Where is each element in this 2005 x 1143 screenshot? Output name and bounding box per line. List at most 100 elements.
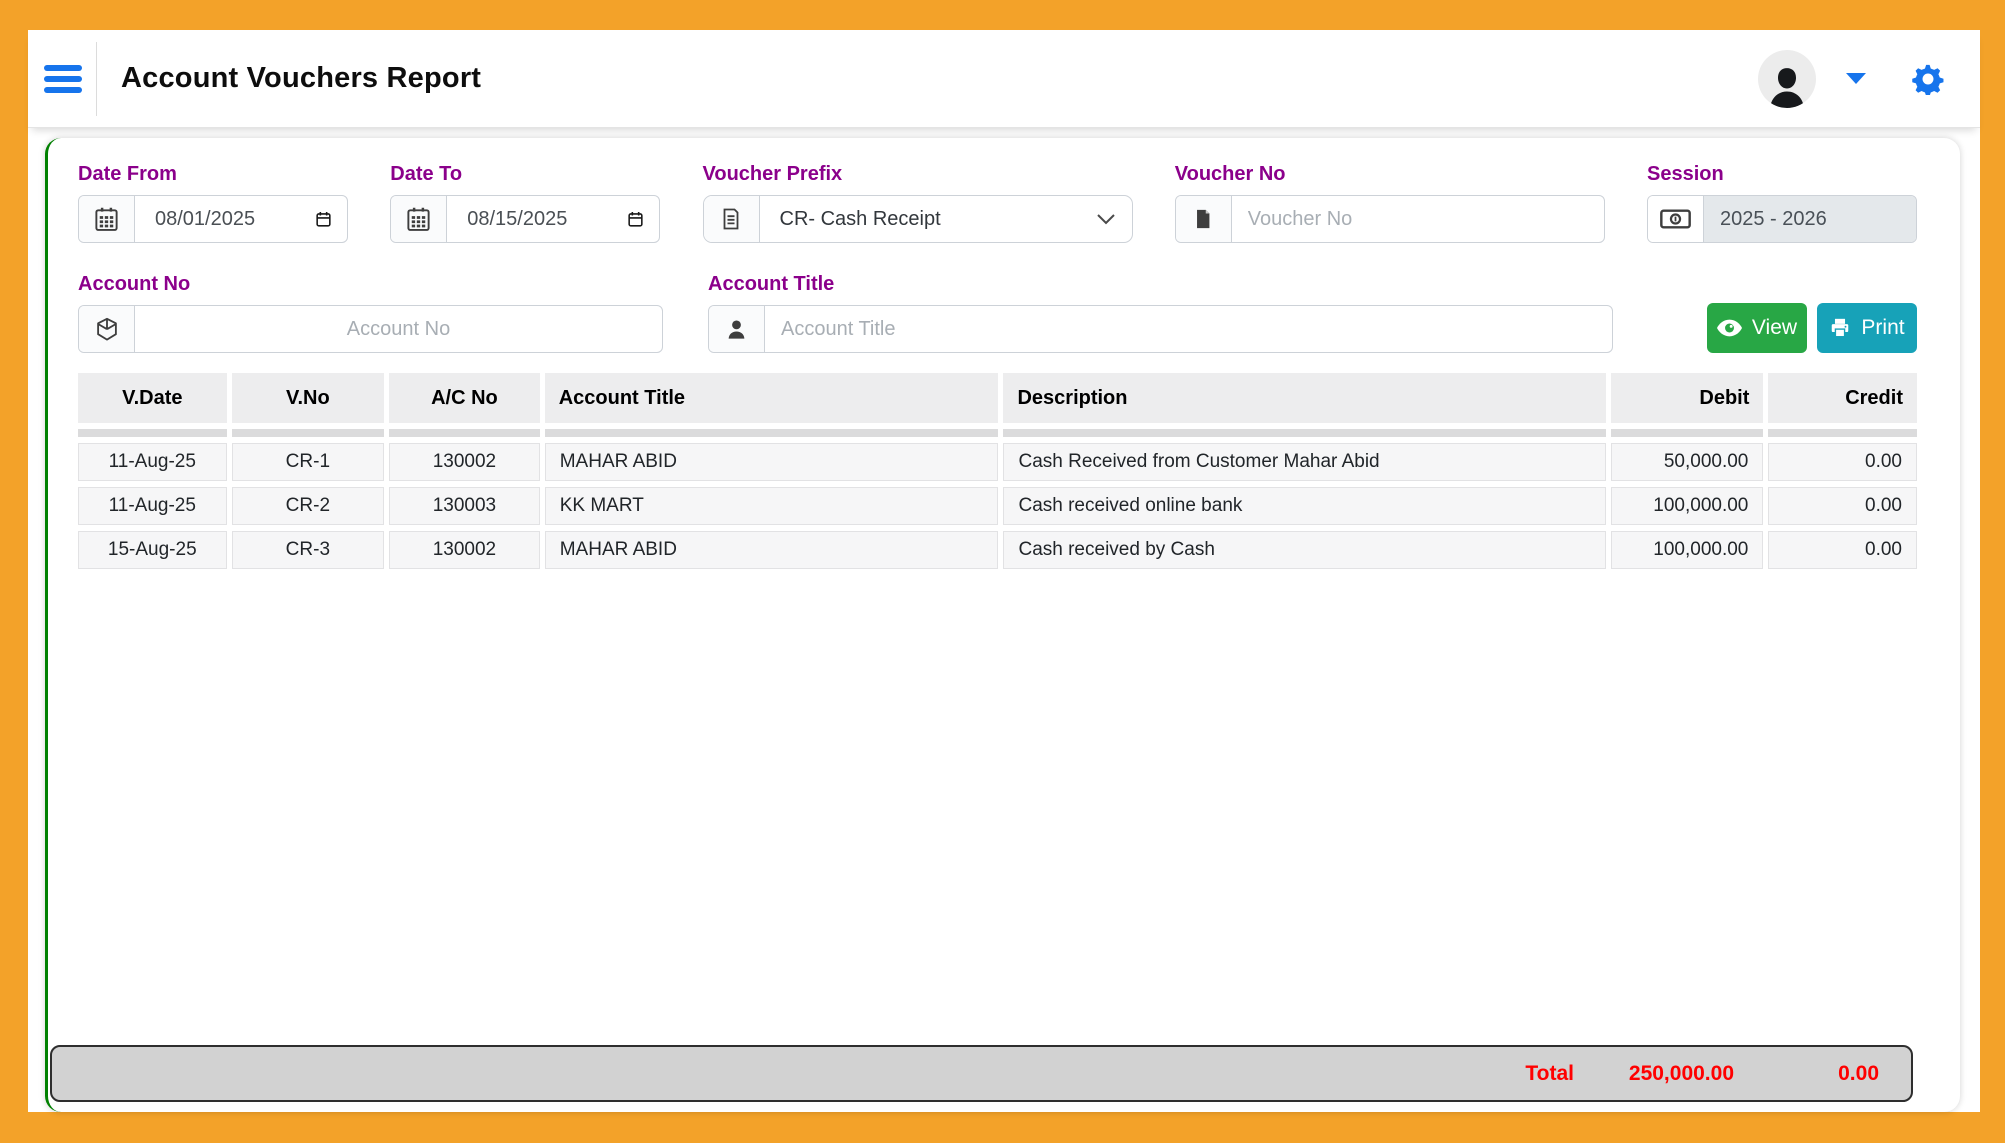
print-button-label: Print: [1861, 316, 1904, 340]
voucher-prefix-label: Voucher Prefix: [703, 163, 1133, 186]
printer-icon: [1829, 317, 1851, 339]
voucher-no-label: Voucher No: [1175, 163, 1605, 186]
view-button-label: View: [1752, 316, 1797, 340]
hamburger-bar: [44, 76, 82, 82]
cell-vdate: 11-Aug-25: [78, 487, 227, 525]
cell-vdate: 11-Aug-25: [78, 443, 227, 481]
cell-acno: 130003: [389, 487, 540, 525]
eye-icon: [1717, 319, 1742, 337]
voucher-prefix-group: Voucher Prefix CR- Cash Receipt: [703, 163, 1133, 243]
voucher-prefix-input-group: CR- Cash Receipt: [703, 195, 1133, 243]
file-text-icon: [704, 196, 760, 242]
total-debit: 250,000.00: [1574, 1062, 1734, 1086]
cell-acno: 130002: [389, 443, 540, 481]
date-to-group: Date To 08/15/2025: [390, 163, 660, 243]
header-actions: [1758, 50, 1980, 108]
cell-credit: 0.00: [1768, 487, 1917, 525]
cube-icon: [79, 306, 135, 352]
account-no-input[interactable]: [135, 306, 662, 352]
vouchers-table: V.Date V.No A/C No Account Title Descrip…: [73, 367, 1922, 575]
page-frame: Account Vouchers Report: [0, 0, 2005, 1143]
table-row: 11-Aug-25 CR-1 130002 MAHAR ABID Cash Re…: [78, 443, 1917, 481]
column-header-debit: Debit: [1611, 373, 1764, 423]
cell-description: Cash received by Cash: [1003, 531, 1605, 569]
settings-button[interactable]: [1912, 63, 1944, 95]
cell-credit: 0.00: [1768, 531, 1917, 569]
cell-account-title: KK MART: [545, 487, 999, 525]
date-picker-icon[interactable]: [626, 210, 645, 229]
table-row: 15-Aug-25 CR-3 130002 MAHAR ABID Cash re…: [78, 531, 1917, 569]
date-to-value: 08/15/2025: [467, 208, 567, 231]
view-button[interactable]: View: [1707, 303, 1807, 353]
user-avatar[interactable]: [1758, 50, 1816, 108]
date-to-field[interactable]: 08/15/2025: [447, 196, 659, 242]
date-from-group: Date From 08/01/2025: [78, 163, 348, 243]
account-no-label: Account No: [78, 273, 663, 296]
session-value: 2025 - 2026: [1704, 196, 1916, 242]
account-title-input[interactable]: [765, 306, 1612, 352]
table-header-row: V.Date V.No A/C No Account Title Descrip…: [78, 373, 1917, 423]
date-to-input-group: 08/15/2025: [390, 195, 660, 243]
date-from-input-group: 08/01/2025: [78, 195, 348, 243]
cell-account-title: MAHAR ABID: [545, 443, 999, 481]
cell-vno: CR-3: [232, 531, 385, 569]
voucher-no-input[interactable]: [1232, 196, 1604, 242]
voucher-prefix-select[interactable]: CR- Cash Receipt: [760, 196, 1132, 242]
cell-debit: 100,000.00: [1611, 531, 1764, 569]
action-buttons: View Print: [1707, 303, 1917, 353]
chevron-down-icon: [1096, 213, 1116, 225]
cell-description: Cash Received from Customer Mahar Abid: [1003, 443, 1605, 481]
hamburger-menu-icon[interactable]: [44, 60, 82, 98]
calendar-icon: [79, 196, 135, 242]
person-icon: [709, 306, 765, 352]
caret-down-icon[interactable]: [1846, 73, 1866, 84]
top-bar: Account Vouchers Report: [28, 30, 1980, 128]
column-header-description: Description: [1003, 373, 1605, 423]
cell-description: Cash received online bank: [1003, 487, 1605, 525]
date-from-label: Date From: [78, 163, 348, 186]
total-label: Total: [1525, 1062, 1574, 1086]
hamburger-bar: [44, 65, 82, 71]
table-row: 11-Aug-25 CR-2 130003 KK MART Cash recei…: [78, 487, 1917, 525]
calendar-icon: [391, 196, 447, 242]
report-card: Date From 08/01/2025 Date To: [45, 138, 1960, 1112]
account-no-group: Account No: [78, 273, 663, 353]
filter-row-2: Account No Account Title: [78, 273, 1917, 353]
column-header-acno: A/C No: [389, 373, 540, 423]
column-header-account-title: Account Title: [545, 373, 999, 423]
user-avatar-icon: [1764, 62, 1810, 108]
cell-acno: 130002: [389, 531, 540, 569]
file-icon: [1176, 196, 1232, 242]
filter-row-1: Date From 08/01/2025 Date To: [78, 163, 1917, 243]
date-picker-icon[interactable]: [314, 210, 333, 229]
cell-credit: 0.00: [1768, 443, 1917, 481]
account-title-input-group: [708, 305, 1613, 353]
column-header-credit: Credit: [1768, 373, 1917, 423]
print-button[interactable]: Print: [1817, 303, 1917, 353]
hamburger-bar: [44, 87, 82, 93]
cell-debit: 100,000.00: [1611, 487, 1764, 525]
gear-icon: [1912, 63, 1944, 95]
cell-vdate: 15-Aug-25: [78, 531, 227, 569]
voucher-no-group: Voucher No: [1175, 163, 1605, 243]
account-no-input-group: [78, 305, 663, 353]
session-group: Session 2025 - 2026: [1647, 163, 1917, 243]
account-title-group: Account Title: [708, 273, 1613, 353]
totals-bar: Total 250,000.00 0.00: [50, 1045, 1913, 1102]
cell-vno: CR-2: [232, 487, 385, 525]
column-header-vno: V.No: [232, 373, 385, 423]
cell-account-title: MAHAR ABID: [545, 531, 999, 569]
date-from-field[interactable]: 08/01/2025: [135, 196, 347, 242]
account-title-label: Account Title: [708, 273, 1613, 296]
table-spacer-row: [78, 429, 1917, 437]
column-header-vdate: V.Date: [78, 373, 227, 423]
session-input-group: 2025 - 2026: [1647, 195, 1917, 243]
voucher-prefix-selected: CR- Cash Receipt: [780, 208, 941, 231]
date-to-label: Date To: [390, 163, 660, 186]
date-from-value: 08/01/2025: [155, 208, 255, 231]
total-credit: 0.00: [1734, 1062, 1879, 1086]
cell-debit: 50,000.00: [1611, 443, 1764, 481]
voucher-no-input-group: [1175, 195, 1605, 243]
header-divider: [96, 42, 97, 116]
banknote-icon: [1648, 196, 1704, 242]
